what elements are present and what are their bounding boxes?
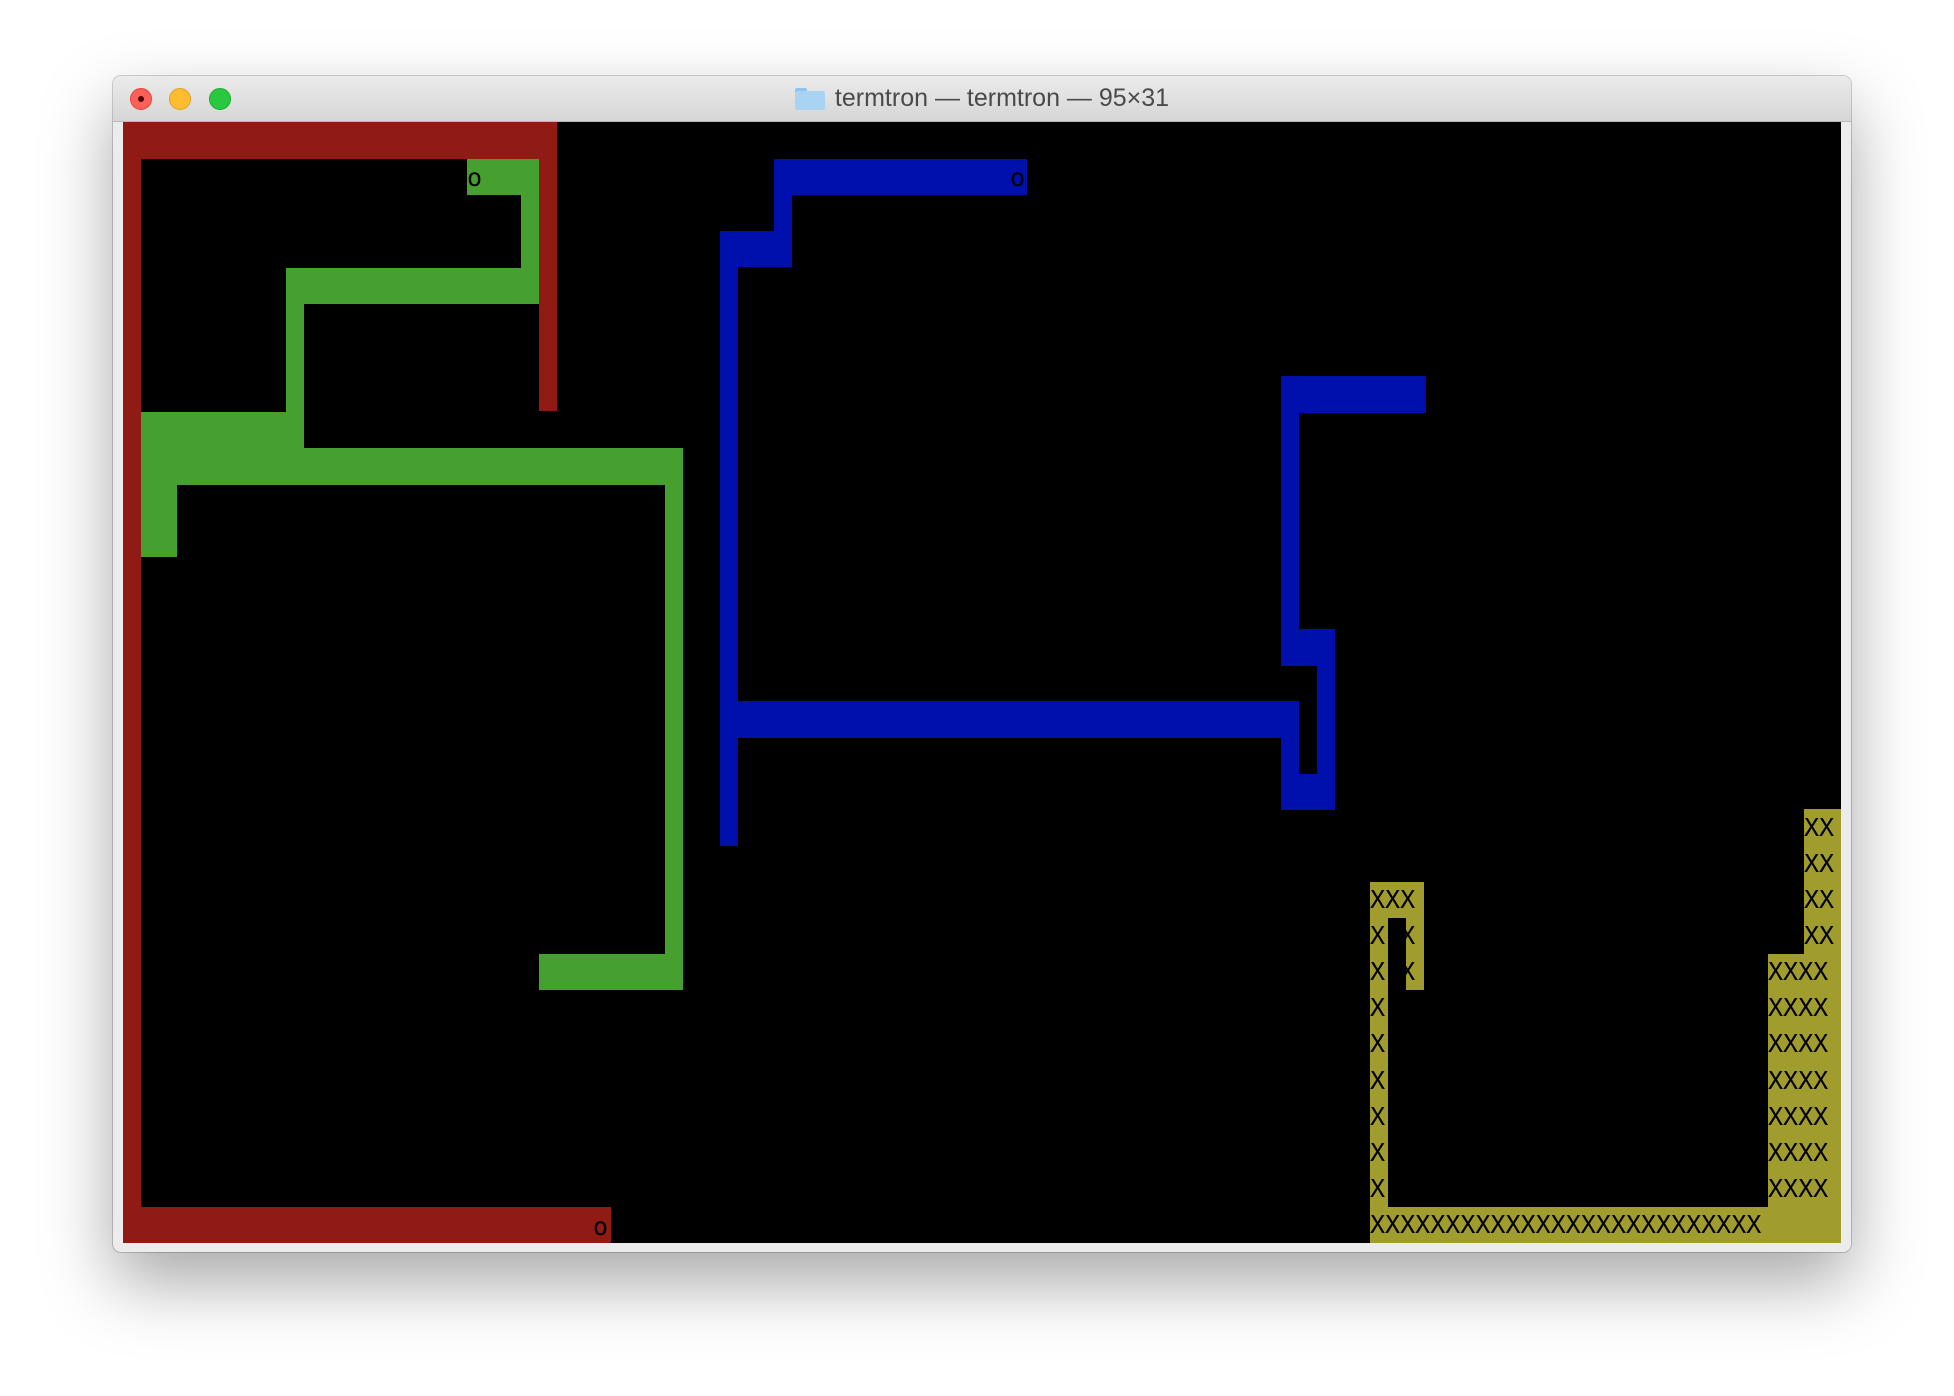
yellow-trail-row: X [1370, 993, 1386, 1022]
yellow-trail-row: XXXX [1768, 1174, 1829, 1203]
yellow-trail-row: X [1370, 1066, 1386, 1095]
terminal-window: termtron — termtron — 95×31 o o o XXX X … [113, 76, 1851, 1252]
green-cycle-head: o [467, 163, 483, 192]
yellow-trail-row: X [1370, 1102, 1386, 1131]
folder-icon [794, 87, 825, 110]
yellow-trail-row: X [1370, 1138, 1386, 1167]
yellow-trail-row: X [1370, 1029, 1386, 1058]
yellow-trail-row: XXXX [1768, 1029, 1829, 1058]
yellow-trail-row: XX [1804, 813, 1835, 842]
yellow-trail-row: XXXXXXXXXXXXXXXXXXXXXXXXXX [1370, 1210, 1762, 1239]
title-group: termtron — termtron — 95×31 [113, 76, 1851, 121]
yellow-trail-row: XXXX [1768, 1102, 1829, 1131]
red-cycle-head: o [593, 1212, 609, 1241]
yellow-trail-row: XXXX [1768, 1066, 1829, 1095]
title-bar[interactable]: termtron — termtron — 95×31 [113, 76, 1851, 122]
window-title: termtron — termtron — 95×31 [834, 84, 1170, 112]
blue-cycle-head: o [1010, 163, 1026, 192]
yellow-trail-row: XXXX [1768, 1138, 1829, 1167]
game-board[interactable]: o o o XXX X X X X X X X X X X XX XX XX X… [123, 122, 1841, 1243]
yellow-trail-row: X [1370, 1174, 1386, 1203]
yellow-trail-row: X X [1370, 957, 1416, 986]
yellow-trail-row: XXXX [1768, 993, 1829, 1022]
yellow-trail-row: XX [1804, 885, 1835, 914]
yellow-trail-row: XX [1804, 849, 1835, 878]
yellow-trail-row: XX [1804, 921, 1835, 950]
yellow-trail-row: X X [1370, 921, 1416, 950]
yellow-trail-row: XXXX [1768, 957, 1829, 986]
yellow-trail-row: XXX [1370, 885, 1416, 914]
